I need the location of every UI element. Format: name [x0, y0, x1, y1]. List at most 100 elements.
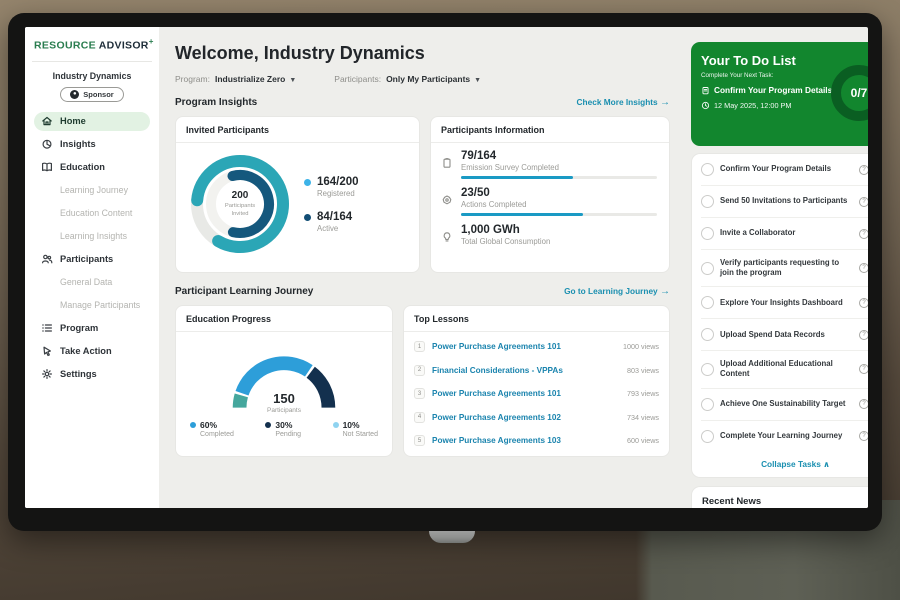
legend-dot-completed [190, 422, 196, 428]
sidebar-item-learning-insights[interactable]: Learning Insights [34, 227, 150, 246]
sidebar-item-settings[interactable]: Settings [34, 365, 150, 384]
stat-global-consumption: 1,000 GWh Total Global Consumption [441, 224, 657, 250]
sidebar-item-program[interactable]: Program [34, 319, 150, 338]
stat-value: 79/164 [461, 150, 657, 162]
sidebar-item-label: Participants [60, 254, 113, 264]
check-more-insights-link[interactable]: Check More Insights → [577, 97, 670, 108]
help-icon[interactable]: ? [859, 330, 868, 340]
help-icon[interactable]: ? [859, 298, 868, 308]
divider [32, 61, 152, 62]
help-icon[interactable]: ? [859, 197, 868, 207]
clipboard-icon [701, 86, 710, 95]
sidebar-item-home[interactable]: Home [34, 112, 150, 131]
logo-resource: RESOURCE [34, 40, 96, 52]
todo-checkbox[interactable] [701, 262, 714, 275]
help-icon[interactable]: ? [859, 165, 868, 175]
sidebar-item-label: Insights [60, 139, 96, 149]
go-to-learning-journey-link[interactable]: Go to Learning Journey → [564, 286, 670, 297]
app-logo: RESOURCE ADVISOR+ [34, 37, 150, 52]
todo-checkbox[interactable] [701, 363, 714, 376]
help-icon[interactable]: ? [859, 399, 868, 409]
sidebar-item-participants[interactable]: Participants [34, 250, 150, 269]
lesson-link[interactable]: Power Purchase Agreements 101 [432, 389, 618, 398]
due-date-label: 12 May 2025, 12:00 PM [714, 101, 791, 110]
lesson-row: 2 Financial Considerations - VPPAs 803vi… [414, 359, 659, 383]
help-icon[interactable]: ? [859, 229, 868, 239]
todo-list-card: Confirm Your Program Details ? › Send 50… [691, 153, 868, 478]
help-icon[interactable]: ? [859, 364, 868, 374]
program-filter-value: Industrialize Zero [215, 74, 285, 84]
help-icon[interactable]: ? [859, 431, 868, 441]
todo-checkbox[interactable] [701, 430, 714, 443]
donut-center-label: 200 Participants Invited [188, 152, 292, 256]
participants-icon [41, 253, 53, 265]
todo-checkbox[interactable] [701, 398, 714, 411]
sponsor-label: Sponsor [83, 90, 113, 99]
legend-pending: 30% Pending [265, 420, 301, 438]
todo-item-label: Complete Your Learning Journey [720, 431, 853, 441]
legend-dot-active [304, 214, 311, 221]
photo-backdrop: RESOURCE ADVISOR+ Industry Dynamics ● Sp… [0, 0, 900, 600]
card-title: Education Progress [176, 306, 392, 332]
lesson-link[interactable]: Power Purchase Agreements 101 [432, 342, 614, 351]
sidebar-item-education[interactable]: Education [34, 158, 150, 177]
invited-card-body: 200 Participants Invited 164/200 Registe [176, 143, 419, 256]
todo-checkbox[interactable] [701, 227, 714, 240]
legend-dot-not-started [333, 422, 339, 428]
todo-item-label: Invite a Collaborator [720, 228, 853, 238]
program-filter[interactable]: Program:Industrialize Zero▼ [175, 74, 296, 84]
gauge-total: 150 [220, 391, 348, 406]
lightbulb-icon [441, 231, 453, 243]
arrow-right-icon: → [660, 286, 670, 297]
lesson-link[interactable]: Power Purchase Agreements 102 [432, 413, 618, 422]
lesson-link[interactable]: Power Purchase Agreements 103 [432, 436, 618, 445]
not-started-value: 10% [343, 420, 360, 430]
sidebar-item-label: General Data [60, 277, 112, 287]
sidebar-item-learning-journey[interactable]: Learning Journey [34, 181, 150, 200]
lessons-list: 1 Power Purchase Agreements 101 1000view… [404, 332, 669, 453]
main-content: Welcome, Industry Dynamics Program:Indus… [159, 27, 684, 508]
collapse-tasks-link[interactable]: Collapse Tasks ∧ [701, 452, 868, 477]
todo-checkbox[interactable] [701, 328, 714, 341]
legend-completed: 60% Completed [190, 420, 234, 438]
todo-item: Verify participants requesting to join t… [701, 250, 868, 287]
invited-legend: 164/200 Registered 84/164 Active [304, 176, 359, 233]
todo-item-label: Confirm Your Program Details [720, 164, 853, 174]
insights-cards-row: Invited Participants 200 [175, 116, 670, 273]
home-icon [41, 115, 53, 127]
sidebar-item-general-data[interactable]: General Data [34, 273, 150, 292]
help-icon[interactable]: ? [859, 263, 868, 273]
stat-value: 1,000 GWh [461, 224, 657, 236]
views-suffix: views [641, 366, 659, 375]
todo-checkbox[interactable] [701, 195, 714, 208]
todo-checkbox[interactable] [701, 163, 714, 176]
views-suffix: views [641, 389, 659, 398]
lesson-link[interactable]: Financial Considerations - VPPAs [432, 366, 618, 375]
sidebar-item-education-content[interactable]: Education Content [34, 204, 150, 223]
todo-checkbox[interactable] [701, 296, 714, 309]
education-legend: 60% Completed 30% Pending 10% Not Starte… [176, 416, 392, 438]
todo-panel: Your To Do List Complete Your Next Task:… [684, 27, 868, 508]
sponsor-badge[interactable]: ● Sponsor [60, 87, 124, 102]
sidebar-item-manage-participants[interactable]: Manage Participants [34, 296, 150, 315]
sidebar-item-insights[interactable]: Insights [34, 135, 150, 154]
lesson-row: 5 Power Purchase Agreements 103 600views [414, 429, 659, 453]
todo-item: Send 50 Invitations to Participants ? › [701, 186, 868, 218]
lesson-rank: 3 [414, 388, 425, 399]
sidebar-item-label: Learning Insights [60, 231, 127, 241]
todo-item: Invite a Collaborator ? › [701, 218, 868, 250]
card-title: Top Lessons [404, 306, 669, 332]
settings-icon [41, 368, 53, 380]
views-suffix: views [641, 436, 659, 445]
registered-label: Registered [317, 189, 359, 198]
collapse-label: Collapse Tasks [761, 459, 821, 469]
invited-total: 200 [232, 190, 249, 201]
legend-dot-registered [304, 179, 311, 186]
sidebar-item-take-action[interactable]: Take Action [34, 342, 150, 361]
lesson-rank: 1 [414, 341, 425, 352]
link-label: Go to Learning Journey [564, 286, 658, 296]
participants-filter[interactable]: Participants:Only My Participants▼ [334, 74, 481, 84]
section-title: Program Insights [175, 97, 257, 108]
todo-item: Achieve One Sustainability Target ? › [701, 389, 868, 421]
recent-news-card: Recent News [691, 486, 868, 509]
